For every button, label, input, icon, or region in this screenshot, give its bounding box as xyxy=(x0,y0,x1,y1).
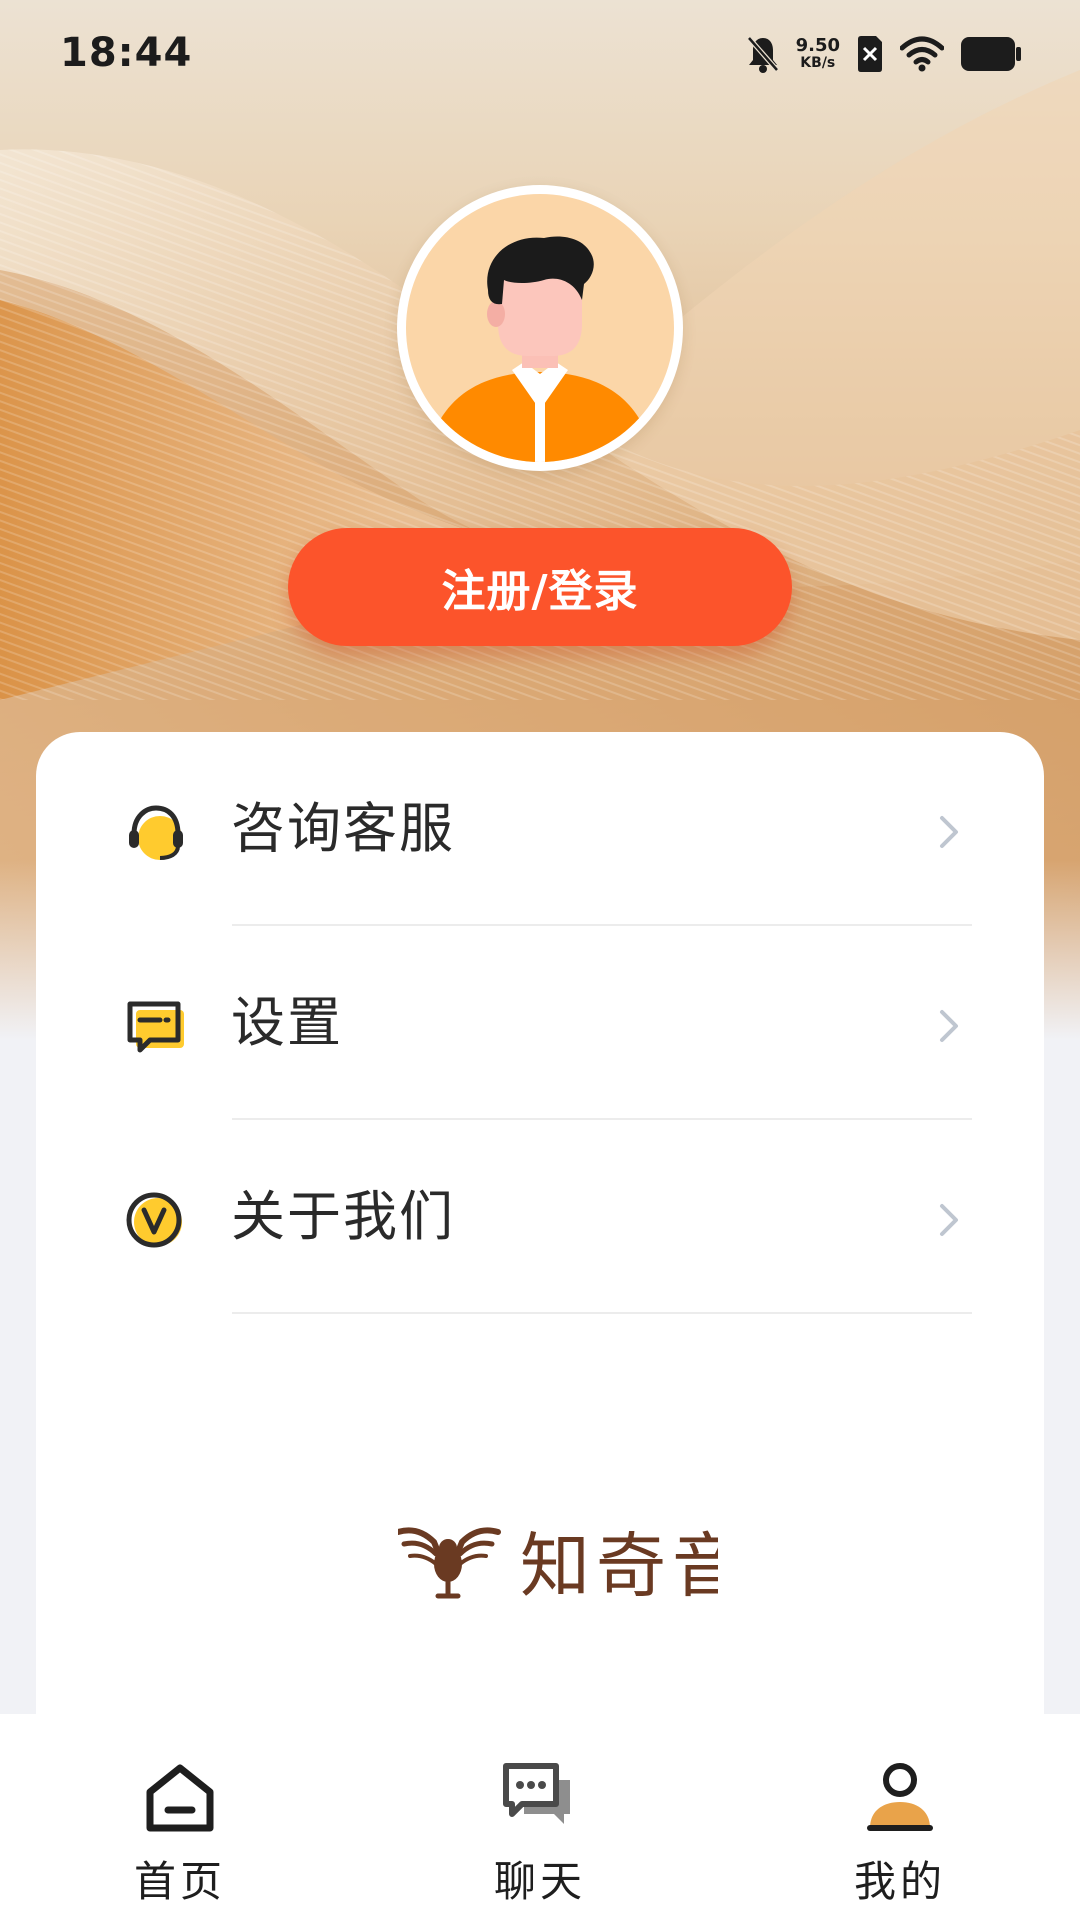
avatar[interactable] xyxy=(397,185,683,471)
eagle-logo-icon xyxy=(398,1527,501,1599)
bell-off-icon xyxy=(746,36,779,73)
nav-item-label: 聊天 xyxy=(493,1857,586,1906)
menu-item-settings[interactable]: 设置 xyxy=(36,926,1044,1120)
net-speed-unit: KB/s xyxy=(800,55,836,71)
status-time: 18:44 xyxy=(60,30,193,76)
brand-logo-text: 知奇音 xyxy=(520,1525,718,1607)
wifi-icon xyxy=(900,36,944,72)
headset-icon xyxy=(129,805,183,860)
home-icon xyxy=(146,1764,214,1832)
nav-item-label: 首页 xyxy=(133,1857,226,1906)
nav-item-home[interactable]: 首页 xyxy=(0,1714,360,1920)
default-avatar-icon xyxy=(406,194,674,462)
menu-item-label: 关于我们 xyxy=(231,1185,455,1248)
sim-off-icon xyxy=(858,36,882,72)
battery-icon xyxy=(961,37,1021,71)
menu-item-label: 咨询客服 xyxy=(231,797,455,860)
net-speed-value: 9.50 xyxy=(795,35,840,56)
chat-icon xyxy=(503,1763,570,1824)
status-icons: 9.50 KB/s xyxy=(746,34,1022,74)
menu-item-about-us[interactable]: 关于我们 xyxy=(36,1120,1044,1314)
login-register-button[interactable]: 注册/登录 xyxy=(288,528,792,646)
chevron-right-icon xyxy=(940,1204,958,1236)
chevron-right-icon xyxy=(940,1010,958,1042)
menu-card: 咨询客服 设置 关于我们 知奇音 xyxy=(36,732,1044,1732)
chevron-right-icon xyxy=(940,816,958,848)
net-speed: 9.50 KB/s xyxy=(795,35,840,72)
brand-logo: 知奇音 xyxy=(398,1525,718,1607)
menu-item-label: 设置 xyxy=(231,991,343,1054)
nav-item-chat[interactable]: 聊天 xyxy=(360,1714,720,1920)
menu-item-customer-service[interactable]: 咨询客服 xyxy=(36,732,1044,926)
nav-item-label: 我的 xyxy=(853,1857,946,1906)
nav-item-profile[interactable]: 我的 xyxy=(720,1714,1080,1920)
bottom-nav: 首页 聊天 我的 xyxy=(0,1714,1080,1920)
menu-divider xyxy=(232,1312,972,1314)
profile-icon xyxy=(867,1763,933,1831)
status-bar: 18:44 9.50 KB/s xyxy=(0,0,1080,110)
message-settings-icon xyxy=(127,1001,184,1053)
v-badge-icon xyxy=(126,1192,182,1248)
